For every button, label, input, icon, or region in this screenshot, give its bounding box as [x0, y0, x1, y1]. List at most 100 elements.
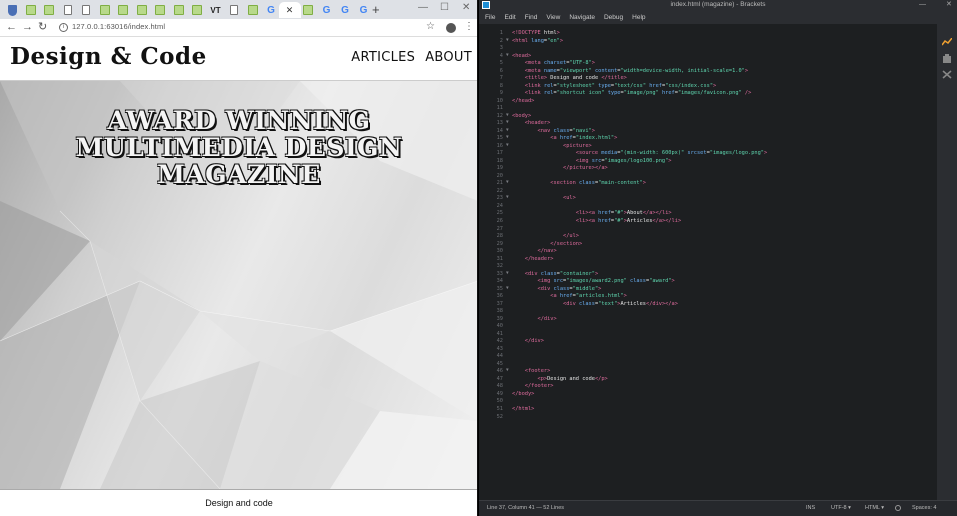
linter-status-icon[interactable]	[895, 505, 901, 511]
language-select[interactable]: HTML ▾	[865, 505, 884, 511]
browser-tab[interactable]	[299, 2, 317, 18]
code-line[interactable]: <p>Design and code</p>	[512, 376, 608, 382]
browser-tab-active[interactable]: ✕	[278, 2, 301, 18]
browser-tab[interactable]	[244, 2, 262, 18]
site-logo[interactable]: Design & Code	[10, 43, 207, 70]
fold-arrow-icon[interactable]: ▼	[506, 120, 509, 125]
close-tab-icon[interactable]: ✕	[286, 5, 294, 16]
extension-manager-icon[interactable]	[942, 50, 952, 63]
code-line[interactable]: <img src="images/award2.png" class="awar…	[512, 278, 675, 284]
address-bar[interactable]: i 127.0.0.1:63016/index.html	[55, 21, 440, 35]
bookmark-star-icon[interactable]: ☆	[426, 21, 435, 33]
close-window-icon[interactable]: ✕	[462, 1, 470, 15]
fold-arrow-icon[interactable]: ▼	[506, 135, 509, 140]
info-icon[interactable]: i	[59, 23, 68, 32]
code-line[interactable]: <section class="main-content">	[512, 180, 646, 186]
browser-tab[interactable]	[96, 2, 114, 18]
forward-icon[interactable]: →	[22, 21, 33, 34]
fold-arrow-icon[interactable]: ▼	[506, 368, 509, 373]
browser-tab[interactable]	[114, 2, 132, 18]
code-line[interactable]: <div class="middle">	[512, 286, 602, 292]
code-area[interactable]: <!DOCTYPE html> <html lang="en"> <head> <m…	[512, 30, 932, 500]
fold-arrow-icon[interactable]: ▼	[506, 180, 509, 185]
minimize-icon[interactable]: —	[418, 1, 428, 15]
browser-tab[interactable]	[188, 2, 206, 18]
browser-tab[interactable]	[3, 2, 21, 18]
fold-arrow-icon[interactable]: ▼	[506, 113, 509, 118]
code-line[interactable]: <a href="index.html">	[512, 135, 617, 141]
code-line[interactable]: </nav>	[512, 248, 557, 254]
browser-tab[interactable]: G	[262, 2, 280, 18]
code-line[interactable]: </section>	[512, 241, 582, 247]
code-line[interactable]: <ul>	[512, 195, 576, 201]
browser-tab[interactable]	[77, 2, 95, 18]
code-line[interactable]: </head>	[512, 98, 534, 104]
code-line[interactable]: <div class="container">	[512, 271, 598, 277]
browser-tab[interactable]	[40, 2, 58, 18]
encoding-select[interactable]: UTF-8 ▾	[831, 505, 851, 511]
menu-navigate[interactable]: Navigate	[569, 11, 595, 24]
code-line[interactable]: <link rel="stylesheet" type="text/css" h…	[512, 83, 716, 89]
profile-avatar-icon[interactable]	[446, 23, 456, 33]
menu-find[interactable]: Find	[525, 11, 538, 24]
code-line[interactable]: <header>	[512, 120, 551, 126]
code-line[interactable]: </html>	[512, 406, 534, 412]
fold-arrow-icon[interactable]: ▼	[506, 195, 509, 200]
fold-arrow-icon[interactable]: ▼	[506, 128, 509, 133]
editor-minimize-icon[interactable]: —	[919, 0, 926, 10]
fold-arrow-icon[interactable]: ▼	[506, 143, 509, 148]
code-line[interactable]: <html lang="en">	[512, 38, 563, 44]
code-line[interactable]: <nav class="navi">	[512, 128, 595, 134]
code-line[interactable]: </ul>	[512, 233, 579, 239]
editor-close-icon[interactable]: ✕	[946, 0, 952, 10]
code-line[interactable]: <li><a href="#">About</a></li>	[512, 210, 672, 216]
url-text[interactable]: 127.0.0.1:63016/index.html	[72, 22, 165, 31]
code-line[interactable]: <meta name="viewport" content="width=dev…	[512, 68, 748, 74]
menu-edit[interactable]: Edit	[504, 11, 515, 24]
nav-link-articles[interactable]: ARTICLES	[351, 50, 415, 65]
code-line[interactable]: <picture>	[512, 143, 592, 149]
menu-help[interactable]: Help	[632, 11, 645, 24]
code-line[interactable]: </header>	[512, 256, 554, 262]
code-line[interactable]: <img src="images/logo100.png">	[512, 158, 672, 164]
code-line[interactable]: <body>	[512, 113, 531, 119]
nav-link-about[interactable]: ABOUT	[425, 50, 472, 65]
browser-tab[interactable]	[170, 2, 188, 18]
browser-tab[interactable]	[151, 2, 169, 18]
browser-tab[interactable]	[59, 2, 77, 18]
tools-icon[interactable]	[942, 66, 952, 79]
code-line[interactable]: </div>	[512, 338, 544, 344]
code-line[interactable]: </body>	[512, 391, 534, 397]
code-line[interactable]: <li><a href="#">Articles</a></li>	[512, 218, 681, 224]
code-line[interactable]: <source media="(min-width: 600px)" srcse…	[512, 150, 767, 156]
maximize-icon[interactable]: ☐	[440, 1, 449, 15]
reload-icon[interactable]: ↻	[38, 21, 47, 34]
code-line[interactable]: <meta charset="UTF-8">	[512, 60, 595, 66]
code-line[interactable]: </footer>	[512, 383, 554, 389]
live-preview-icon[interactable]	[941, 34, 953, 46]
more-menu-icon[interactable]: ⋮	[464, 21, 474, 33]
code-line[interactable]: <a href="articles.html">	[512, 293, 627, 299]
code-line[interactable]: <link rel="shortcut icon" type="image/pn…	[512, 90, 752, 96]
code-line[interactable]: <head>	[512, 53, 531, 59]
code-line[interactable]: <footer>	[512, 368, 551, 374]
menu-view[interactable]: View	[546, 11, 560, 24]
code-line[interactable]: </picture></a>	[512, 165, 608, 171]
code-line[interactable]: <div class="text">Articles</div></a>	[512, 301, 678, 307]
browser-tab[interactable]	[22, 2, 40, 18]
browser-tab[interactable]: G	[355, 2, 373, 18]
browser-tab[interactable]	[133, 2, 151, 18]
code-line[interactable]: <!DOCTYPE html>	[512, 30, 560, 36]
browser-tab[interactable]: G	[318, 2, 336, 18]
menu-file[interactable]: File	[485, 11, 495, 24]
code-line[interactable]: </div>	[512, 316, 557, 322]
browser-tab[interactable]: G	[336, 2, 354, 18]
browser-tab[interactable]: VT	[207, 2, 225, 18]
menu-debug[interactable]: Debug	[604, 11, 623, 24]
indent-spaces[interactable]: Spaces: 4	[912, 505, 936, 511]
code-line[interactable]: <title> Design and code </title>	[512, 75, 627, 81]
fold-arrow-icon[interactable]: ▼	[506, 53, 509, 58]
new-tab-button[interactable]: +	[372, 3, 380, 16]
fold-arrow-icon[interactable]: ▼	[506, 286, 509, 291]
browser-tab[interactable]	[225, 2, 243, 18]
